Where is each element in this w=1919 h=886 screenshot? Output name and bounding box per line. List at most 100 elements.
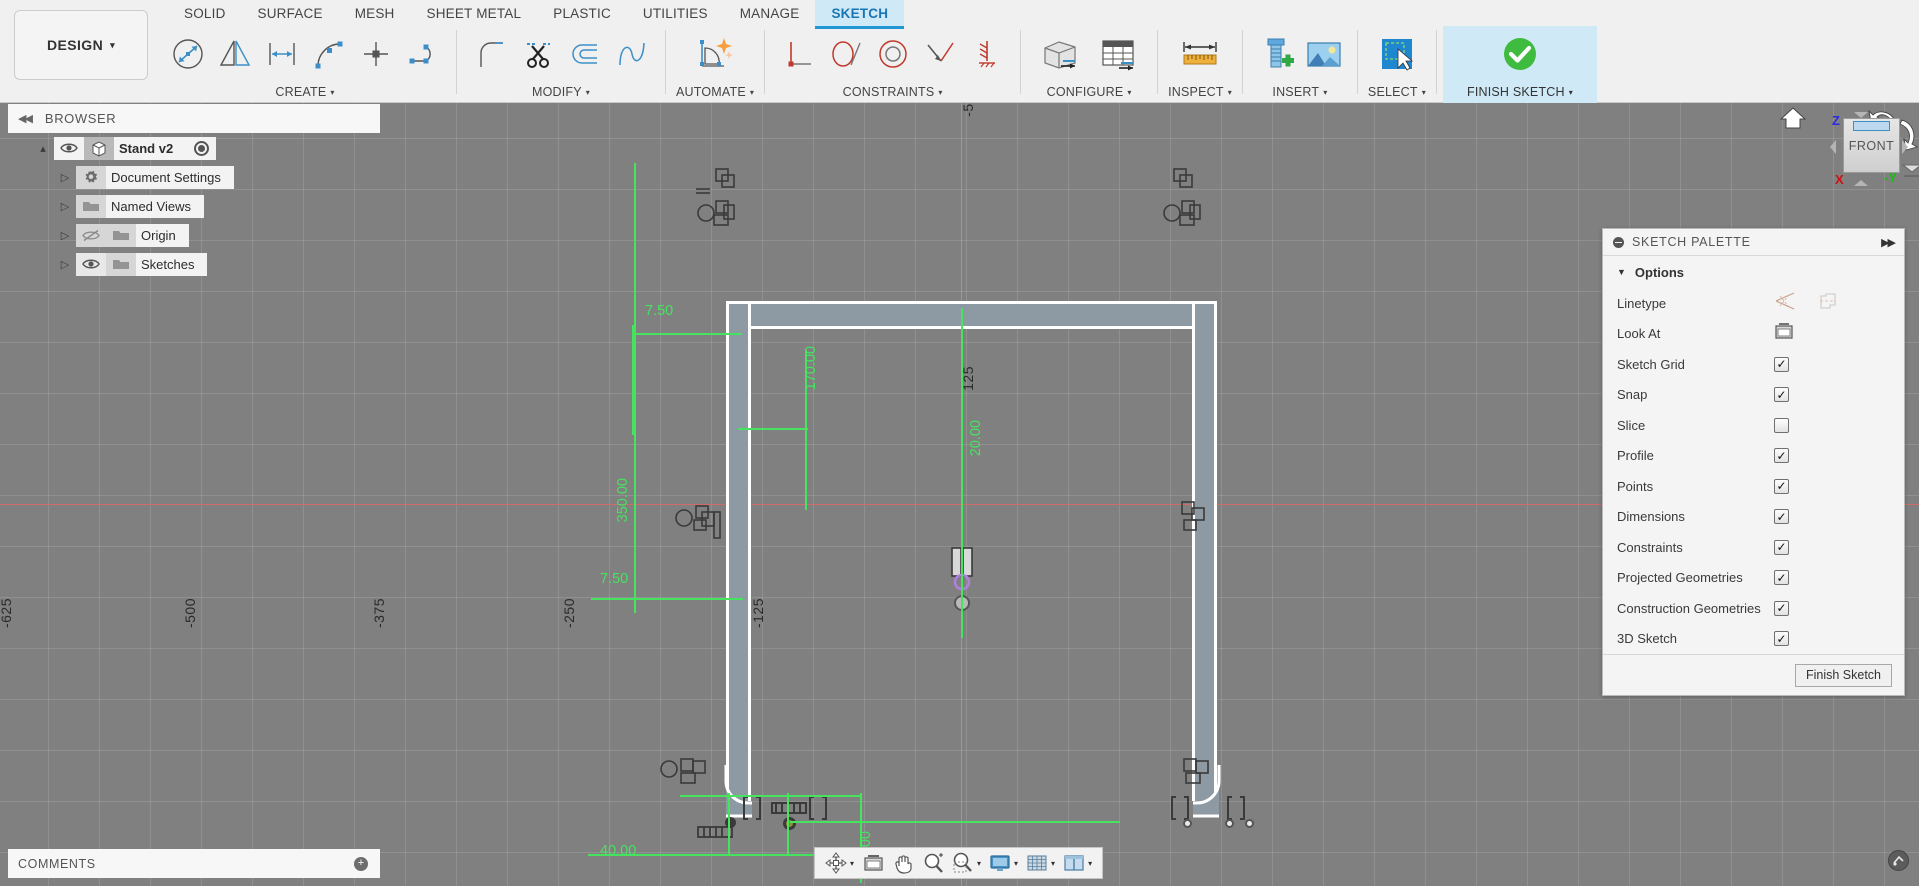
tab-manage[interactable]: MANAGE	[724, 0, 816, 26]
slot-icon[interactable]	[399, 29, 446, 79]
viewcube-menu-icon[interactable]	[1900, 163, 1919, 179]
trim-icon[interactable]	[514, 29, 561, 79]
tab-plastic[interactable]: PLASTIC	[537, 0, 627, 26]
fix-bracket-left-foot[interactable]	[742, 793, 852, 829]
configure-body-icon[interactable]	[1031, 29, 1089, 79]
display-settings[interactable]: ▾	[985, 850, 1022, 876]
palette-row-profile[interactable]: Profile ✓	[1603, 441, 1904, 472]
offset-icon[interactable]	[258, 29, 305, 79]
dim-label-170[interactable]: 170.00	[803, 346, 819, 390]
visibility-eye-hidden-icon[interactable]	[76, 223, 106, 247]
fix-bracket-left-foot-bottom[interactable]	[694, 823, 754, 847]
spline-curve-icon[interactable]	[608, 29, 655, 79]
select-window-icon[interactable]	[1368, 29, 1426, 79]
profile-checkbox[interactable]: ✓	[1774, 448, 1789, 464]
zoom-tool[interactable]	[918, 850, 948, 876]
viewcube-arrow-right[interactable]	[1902, 140, 1908, 154]
sketch-palette-header[interactable]: SKETCH PALETTE ▶▶	[1603, 229, 1904, 256]
collinear-icon[interactable]	[916, 29, 963, 79]
tab-solid[interactable]: SOLID	[168, 0, 242, 26]
snap-checkbox[interactable]: ✓	[1774, 387, 1789, 403]
arc-icon[interactable]	[305, 29, 352, 79]
visibility-eye-icon[interactable]	[54, 136, 84, 160]
panel-automate-label[interactable]: AUTOMATE ▾	[676, 82, 754, 102]
activate-component-radio[interactable]	[186, 137, 216, 160]
finish-sketch-check-icon[interactable]	[1453, 29, 1587, 79]
sketch-point-left-foot-end[interactable]	[783, 817, 796, 830]
palette-row-projected-geometries[interactable]: Projected Geometries ✓	[1603, 563, 1904, 594]
constraints-checkbox[interactable]: ✓	[1774, 539, 1789, 555]
browser-row-document-settings[interactable]: ▷ Document Settings	[8, 165, 380, 189]
3d-sketch-checkbox[interactable]: ✓	[1774, 631, 1789, 647]
collapse-left-icon[interactable]: ◀◀	[18, 112, 33, 125]
panel-finish-sketch-label[interactable]: FINISH SKETCH ▾	[1467, 82, 1573, 102]
browser-row-origin[interactable]: ▷ Origin	[8, 223, 380, 247]
point-icon[interactable]	[352, 29, 399, 79]
perpendicular-icon[interactable]	[775, 29, 822, 79]
dimensions-checkbox[interactable]: ✓	[1774, 509, 1789, 525]
double-chevron-right-icon[interactable]: ▶▶	[1881, 236, 1896, 249]
tab-sketch[interactable]: SKETCH	[815, 0, 905, 29]
constraint-glyph-cluster-top-left[interactable]	[688, 161, 748, 231]
panel-constraints-label[interactable]: CONSTRAINTS ▾	[843, 82, 943, 102]
tab-mesh[interactable]: MESH	[339, 0, 411, 26]
measure-icon[interactable]	[1171, 29, 1229, 79]
tangent-icon[interactable]	[822, 29, 869, 79]
palette-row-linetype[interactable]: Linetype	[1603, 288, 1904, 319]
viewcube-face-top[interactable]	[1853, 121, 1890, 131]
viewcube-arrow-left[interactable]	[1830, 140, 1836, 154]
panel-modify-label[interactable]: MODIFY ▾	[532, 82, 590, 102]
look-at-tool[interactable]	[858, 850, 888, 876]
sketch-grid-checkbox[interactable]: ✓	[1774, 356, 1789, 372]
sketch-point-right-foot-b[interactable]	[1225, 819, 1234, 828]
constraint-glyph-cluster-mid-left[interactable]	[672, 498, 732, 543]
constraint-glyph-cluster-top-right[interactable]	[1160, 161, 1220, 231]
workspace-switcher-button[interactable]: DESIGN ▾	[14, 10, 148, 80]
zoom-window-tool[interactable]: ▾	[948, 850, 985, 876]
sketch-point-right-foot-c[interactable]	[1245, 819, 1254, 828]
browser-row-sketches[interactable]: ▷ Sketches	[8, 252, 380, 276]
viewcube-arrow-down[interactable]	[1854, 180, 1868, 186]
panel-insert-label[interactable]: INSERT ▾	[1272, 82, 1327, 102]
panel-configure-label[interactable]: CONFIGURE ▾	[1047, 82, 1132, 102]
palette-row-look-at[interactable]: Look At	[1603, 319, 1904, 350]
home-icon[interactable]	[1780, 106, 1806, 130]
panel-create-label[interactable]: CREATE ▾	[275, 82, 334, 102]
palette-row-3d-sketch[interactable]: 3D Sketch ✓	[1603, 624, 1904, 655]
palette-row-slice[interactable]: Slice	[1603, 410, 1904, 441]
add-comment-icon[interactable]: +	[354, 856, 368, 871]
expander-icon[interactable]: ▷	[54, 200, 76, 213]
look-at-button[interactable]	[1774, 322, 1794, 345]
sketch-dimension-icon[interactable]	[164, 29, 211, 79]
tab-surface[interactable]: SURFACE	[242, 0, 339, 26]
chevron-down-icon[interactable]: ▾	[1051, 859, 1055, 868]
chevron-down-icon[interactable]: ▾	[850, 859, 854, 868]
browser-header[interactable]: ◀◀ BROWSER	[8, 104, 380, 133]
expander-icon[interactable]: ▷	[54, 229, 76, 242]
fillet-icon[interactable]	[467, 29, 514, 79]
projected-geometries-checkbox[interactable]: ✓	[1774, 570, 1789, 586]
insert-mcmaster-icon[interactable]	[1253, 29, 1300, 79]
panel-inspect-label[interactable]: INSPECT ▾	[1168, 82, 1232, 102]
grid-settings[interactable]: ▾	[1022, 850, 1059, 876]
fix-icon[interactable]	[963, 29, 1010, 79]
concentric-icon[interactable]	[869, 29, 916, 79]
tab-utilities[interactable]: UTILITIES	[627, 0, 724, 26]
palette-row-snap[interactable]: Snap ✓	[1603, 380, 1904, 411]
dim-label-350[interactable]: 350.00	[615, 478, 631, 522]
dim-label-40[interactable]: 40.00	[600, 843, 636, 859]
linetype-construction-icon[interactable]	[1818, 291, 1838, 316]
viewcube[interactable]: FRONT Z X -Y	[1780, 103, 1919, 220]
palette-row-dimensions[interactable]: Dimensions ✓	[1603, 502, 1904, 533]
constraint-glyph-cluster-bottom-left[interactable]	[655, 755, 735, 815]
visibility-eye-icon[interactable]	[76, 252, 106, 276]
offset-shape-icon[interactable]	[561, 29, 608, 79]
expander-icon[interactable]: ▷	[54, 258, 76, 271]
finish-sketch-button[interactable]: Finish Sketch	[1794, 663, 1892, 687]
points-checkbox[interactable]: ✓	[1774, 478, 1789, 494]
dim-label-7-50-top[interactable]: 7.50	[645, 303, 673, 319]
construction-geometries-checkbox[interactable]: ✓	[1774, 600, 1789, 616]
viewports[interactable]: ▾	[1059, 850, 1096, 876]
minus-circle-icon[interactable]	[1613, 236, 1624, 248]
browser-row-named-views[interactable]: ▷ Named Views	[8, 194, 380, 218]
